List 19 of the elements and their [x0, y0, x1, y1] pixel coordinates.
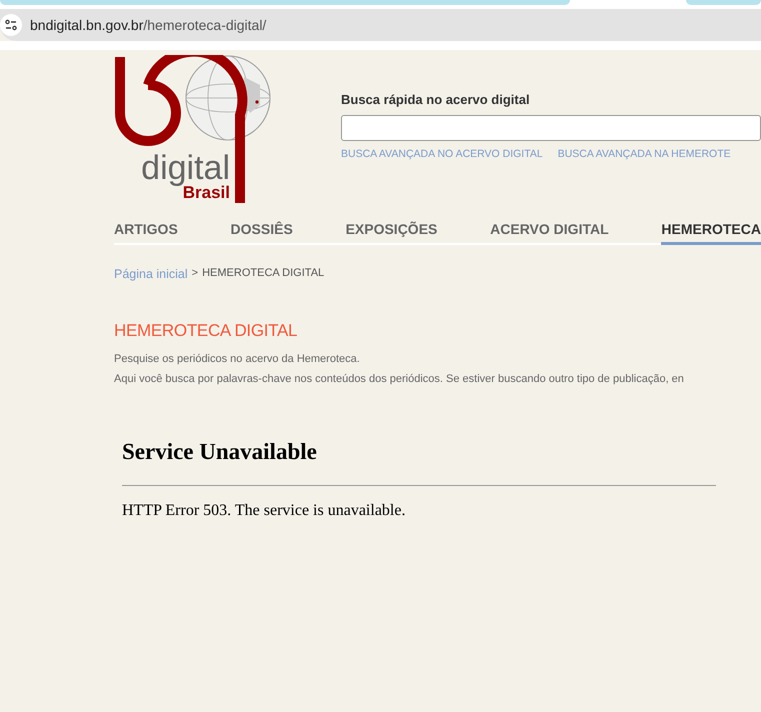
breadcrumb-current: HEMEROTECA DIGITAL — [202, 267, 324, 281]
url-text: bndigital.bn.gov.br/hemeroteca-digital/ — [30, 17, 266, 33]
breadcrumb-separator: > — [192, 267, 198, 281]
nav-tab[interactable]: EXPOSIÇÕES — [346, 215, 438, 245]
error-message: HTTP Error 503. The service is unavailable. — [122, 502, 406, 520]
error-title: Service Unavailable — [122, 439, 318, 465]
logo-wordmark: digital — [141, 152, 230, 184]
nav-tab[interactable]: DOSSIÊS — [230, 215, 293, 245]
intro-text: Aqui você busca por palavras-chave nos conteúdos dos periódicos. Se estiver buscando outro tipo de publicação, en — [114, 372, 685, 387]
page-title: HEMEROTECA DIGITAL — [114, 321, 298, 341]
site-settings-icon[interactable] — [0, 14, 22, 36]
intro-text: Pesquise os periódicos no acervo da Hemeroteca. — [114, 352, 361, 367]
address-bar[interactable]: bndigital.bn.gov.br/hemeroteca-digital/ — [0, 9, 761, 41]
search-label: Busca rápida no acervo digital — [341, 92, 531, 107]
search-field[interactable] — [341, 115, 761, 141]
logo-country: Brasil — [182, 184, 230, 202]
nav-tab[interactable]: ARTIGOS — [114, 215, 178, 245]
nav-tab[interactable]: ACERVO DIGITAL — [490, 215, 609, 245]
nav-tab[interactable]: HEMEROTECA — [661, 215, 761, 245]
